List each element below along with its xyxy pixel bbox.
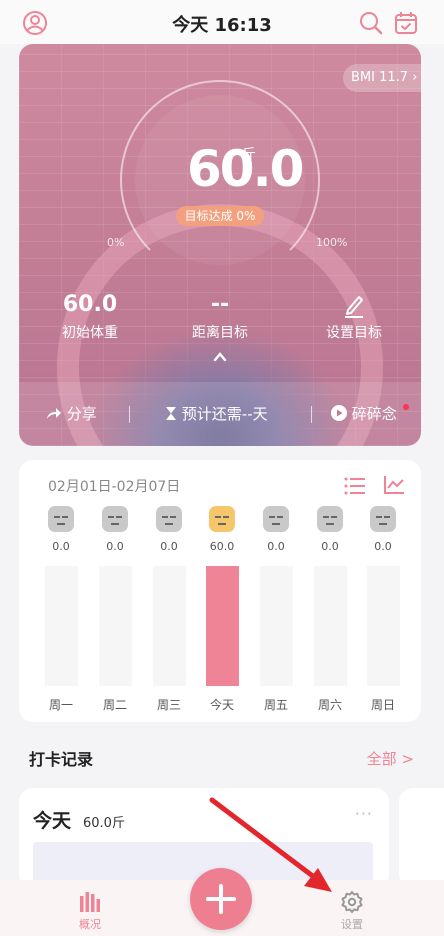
day-label: 周五 (263, 698, 288, 712)
day-bar (205, 566, 239, 686)
distance-to-goal-value: -- (210, 292, 230, 317)
divider (311, 406, 312, 423)
day-weight-value: 0.0 (267, 540, 285, 553)
record-day: 今天 (33, 810, 72, 832)
day-label: 周三 (156, 698, 181, 712)
day-weight-value: 0.0 (106, 540, 124, 553)
record-card-next[interactable] (399, 788, 444, 888)
add-record-button[interactable] (190, 868, 252, 930)
day-column[interactable]: 0.0 (97, 506, 133, 553)
day-bar (259, 566, 293, 686)
nav-overview[interactable]: 概况 (60, 890, 120, 932)
day-bar (313, 566, 347, 686)
view-all-link[interactable]: 全部 > (367, 748, 414, 769)
day-weight-value: 0.0 (160, 540, 178, 553)
more-options-icon[interactable]: ··· (355, 804, 373, 823)
list-view-icon[interactable] (344, 476, 366, 496)
gear-icon (341, 891, 363, 913)
mood-face-icon (263, 506, 289, 532)
estimate-days-label: 预计还需--天 (181, 405, 268, 423)
share-arrow-icon (47, 408, 61, 419)
day-weight-value: 0.0 (374, 540, 392, 553)
weight-summary-card: BMI 11.7 › 60.0 斤 目标达成 0% 0% 100% 60.0 初… (19, 44, 421, 446)
plus-icon (206, 884, 236, 914)
bar-chart-icon (80, 892, 100, 912)
mood-face-icon (102, 506, 128, 532)
day-column[interactable]: 60.0 (204, 506, 240, 553)
distance-to-goal-stat: -- 距离目标 (165, 292, 275, 342)
day-weight-value: 0.0 (321, 540, 339, 553)
day-label: 周一 (48, 698, 73, 712)
initial-weight-label: 初始体重 (62, 325, 118, 341)
nav-overview-label: 概况 (79, 918, 101, 931)
set-goal-button[interactable]: 设置目标 (299, 292, 409, 342)
mood-face-icon (209, 506, 235, 532)
mood-face-icon (48, 506, 74, 532)
day-bar-fill (205, 566, 239, 686)
check-in-records-title: 打卡记录 (29, 750, 94, 769)
day-bar (152, 566, 186, 686)
play-circle-icon (331, 405, 347, 421)
share-button[interactable]: 分享 (46, 382, 97, 446)
day-column[interactable]: 0.0 (365, 506, 401, 553)
day-label: 周六 (317, 698, 342, 712)
progress-max-label: 100% (316, 236, 348, 249)
day-bar (98, 566, 132, 686)
progress-min-label: 0% (107, 236, 125, 249)
day-weight-value: 0.0 (52, 540, 70, 553)
chatter-label: 碎碎念 (351, 405, 397, 423)
day-label: 周日 (370, 698, 395, 712)
pencil-icon (345, 296, 363, 318)
initial-weight-value: 60.0 (62, 292, 118, 317)
hero-action-bar: 分享 预计还需--天 碎碎念 (19, 382, 421, 446)
chatter-button[interactable]: 碎碎念 (331, 382, 397, 446)
initial-weight-stat: 60.0 初始体重 (35, 292, 145, 342)
estimate-days-button[interactable]: 预计还需--天 (165, 382, 268, 446)
search-icon[interactable] (358, 10, 384, 36)
day-label: 今天 (209, 698, 234, 712)
weekly-chart-card: 02月01日-02月07日 0.0 周一 0.0 周二 0.0 周三 60.0 今天 0.0 周五… (19, 460, 421, 722)
day-bar (366, 566, 400, 686)
day-column[interactable]: 0.0 (312, 506, 348, 553)
chevron-up-icon[interactable] (213, 350, 227, 364)
day-weight-value: 60.0 (209, 540, 235, 553)
nav-settings[interactable]: 设置 (322, 890, 382, 932)
mood-face-icon (370, 506, 396, 532)
day-column[interactable]: 0.0 (258, 506, 294, 553)
top-bar: 今天 16:13 (0, 0, 444, 44)
mood-face-icon (317, 506, 343, 532)
weight-unit: 斤 (242, 147, 256, 163)
line-chart-icon[interactable] (383, 475, 405, 495)
hourglass-icon (166, 407, 176, 420)
set-goal-label: 设置目标 (326, 325, 382, 341)
calendar-check-icon[interactable] (393, 10, 419, 36)
day-column[interactable]: 0.0 (43, 506, 79, 553)
chevron-right-icon: › (412, 70, 418, 85)
day-column[interactable]: 0.0 (151, 506, 187, 553)
divider (129, 406, 130, 423)
distance-to-goal-label: 距离目标 (192, 325, 248, 341)
notification-dot (403, 404, 409, 410)
bmi-label: BMI 11.7 (351, 70, 409, 85)
day-label: 周二 (102, 698, 127, 712)
day-bar (44, 566, 78, 686)
nav-settings-label: 设置 (341, 918, 363, 931)
share-label: 分享 (66, 405, 97, 423)
date-range: 02月01日-02月07日 (48, 479, 181, 495)
mood-face-icon (156, 506, 182, 532)
bmi-badge[interactable]: BMI 11.7 › (343, 64, 421, 92)
goal-progress-badge: 目标达成 0% (176, 206, 264, 226)
record-weight: 60.0斤 (83, 816, 125, 831)
